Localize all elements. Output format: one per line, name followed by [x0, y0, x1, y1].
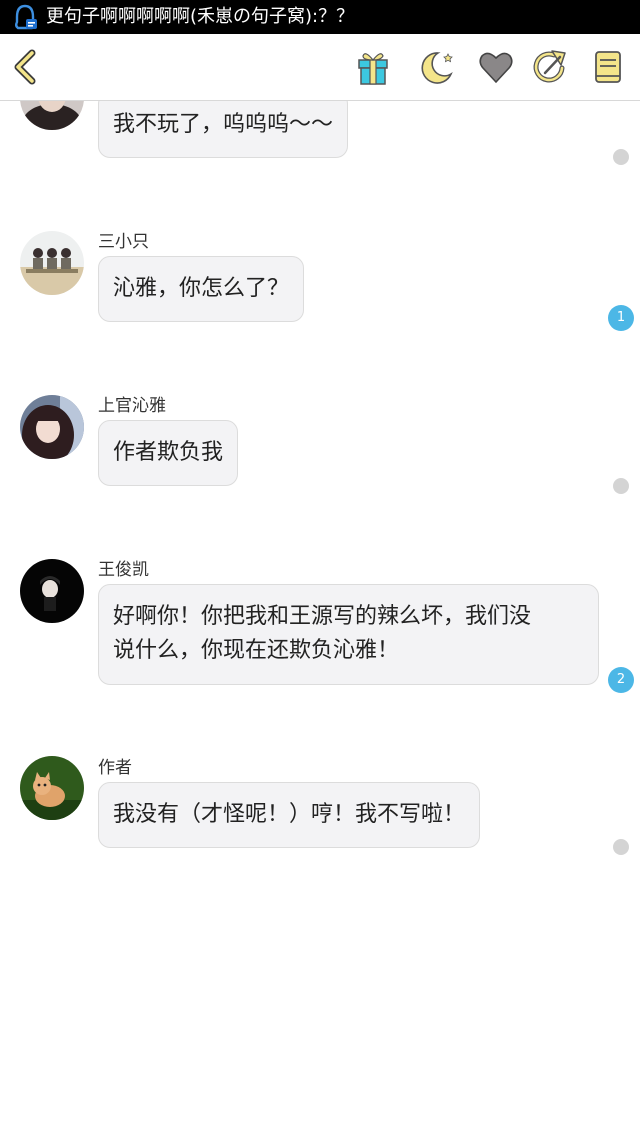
- read-status-dot: [613, 478, 629, 494]
- read-status-dot: [613, 839, 629, 855]
- gift-button[interactable]: [355, 48, 391, 86]
- message-line: 说什么，你现在还欺负沁雅！: [113, 638, 400, 663]
- night-mode-button[interactable]: [418, 48, 454, 86]
- chat-list[interactable]: 我不玩了，呜呜呜～～ 三小只 沁雅，你怎么了？ 1 上官沁雅 作者欺负我 王俊凯…: [0, 101, 640, 1138]
- read-status-dot: [613, 149, 629, 165]
- share-button[interactable]: [532, 48, 568, 86]
- sender-name: 上官沁雅: [98, 396, 166, 416]
- avatar[interactable]: [20, 756, 84, 820]
- toolbar: [0, 34, 640, 101]
- gift-icon: [358, 53, 388, 85]
- message-bubble[interactable]: 作者欺负我: [98, 420, 239, 486]
- sender-name: 王俊凯: [98, 560, 149, 580]
- moon-icon: [421, 52, 453, 84]
- message-bubble[interactable]: 好啊你！你把我和王源写的辣么坏，我们没 说什么，你现在还欺负沁雅！: [98, 584, 599, 685]
- notification-text: 更句子啊啊啊啊啊(禾崽の句子窝):？？: [46, 6, 355, 27]
- heart-icon: [479, 52, 513, 84]
- favorite-button[interactable]: [478, 48, 514, 86]
- avatar[interactable]: [20, 395, 84, 459]
- message-bubble[interactable]: 我不玩了，呜呜呜～～: [98, 101, 349, 158]
- avatar[interactable]: [20, 101, 84, 130]
- chevron-left-icon: [14, 49, 36, 85]
- message-bubble[interactable]: 我没有（才怪呢！）哼！我不写啦！: [98, 782, 481, 848]
- book-icon: [595, 51, 621, 83]
- status-bar: 更句子啊啊啊啊啊(禾崽の句子窝):？？: [0, 0, 640, 34]
- sender-name: 三小只: [98, 232, 149, 252]
- reply-count-badge[interactable]: 1: [608, 305, 634, 331]
- message-bubble[interactable]: 沁雅，你怎么了？: [98, 256, 305, 322]
- sender-name: 作者: [98, 758, 132, 778]
- avatar[interactable]: [20, 559, 84, 623]
- share-icon: [533, 50, 566, 83]
- reply-count-badge[interactable]: 2: [608, 667, 634, 693]
- back-button[interactable]: [8, 48, 44, 86]
- qq-penguin-icon: [12, 3, 38, 31]
- message-line: 好啊你！你把我和王源写的辣么坏，我们没: [113, 604, 532, 629]
- bookmark-button[interactable]: [590, 48, 626, 86]
- avatar[interactable]: [20, 231, 84, 295]
